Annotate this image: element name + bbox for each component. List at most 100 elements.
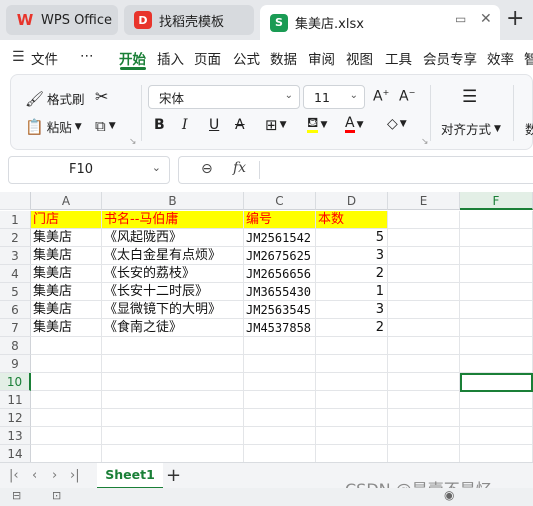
border-button[interactable]: ⊞ ▼ <box>265 116 287 134</box>
next-sheet-icon[interactable]: › <box>52 468 57 483</box>
cell-c4[interactable]: JM2656656 <box>244 265 316 283</box>
number-format-button[interactable]: 数 <box>525 119 533 138</box>
italic-button[interactable]: I <box>182 117 188 133</box>
view-icon[interactable]: ⊡ <box>52 489 61 502</box>
column-header-f[interactable]: F <box>460 192 533 210</box>
cell-b2[interactable]: 《风起陇西》 <box>102 229 244 247</box>
cell-f9[interactable] <box>460 355 533 373</box>
cell-d12[interactable] <box>316 409 388 427</box>
cell-d4[interactable]: 2 <box>316 265 388 283</box>
cell-f4[interactable] <box>460 265 533 283</box>
cell-e8[interactable] <box>388 337 460 355</box>
menu-page[interactable]: 页面 <box>194 48 221 68</box>
cell-f13[interactable] <box>460 427 533 445</box>
cell-b12[interactable] <box>102 409 244 427</box>
cell-f3[interactable] <box>460 247 533 265</box>
format-painter-button[interactable]: 🖌 格式刷 <box>25 89 85 108</box>
cut-button[interactable]: ✂ <box>95 87 108 106</box>
cell-e3[interactable] <box>388 247 460 265</box>
cell-e5[interactable] <box>388 283 460 301</box>
font-size-select[interactable]: 11 ⌄ <box>303 85 365 109</box>
prev-sheet-icon[interactable]: ‹ <box>32 468 37 483</box>
copy-button[interactable]: ⧉ ▼ <box>95 117 116 135</box>
underline-button[interactable]: U <box>209 117 219 133</box>
screen-icon[interactable]: ▭ <box>455 12 466 26</box>
row-header-9[interactable]: 9 <box>0 355 31 373</box>
tab-spreadsheet[interactable]: S 集美店.xlsx ▭ ✕ <box>260 5 500 40</box>
alignment-button[interactable]: 对齐方式 ▼ <box>441 119 501 138</box>
cell-b14[interactable] <box>102 445 244 462</box>
cell-a5[interactable]: 集美店 <box>31 283 102 301</box>
cell-b5[interactable]: 《长安十二时辰》 <box>102 283 244 301</box>
cell-e13[interactable] <box>388 427 460 445</box>
menu-insert[interactable]: 插入 <box>157 48 184 68</box>
cell-a1[interactable]: 门店 <box>31 211 102 229</box>
cell-f5[interactable] <box>460 283 533 301</box>
cell-a4[interactable]: 集美店 <box>31 265 102 283</box>
cell-b11[interactable] <box>102 391 244 409</box>
sheet-tab-sheet1[interactable]: Sheet1 <box>97 463 163 489</box>
row-header-14[interactable]: 14 <box>0 445 31 462</box>
menu-member[interactable]: 会员专享 <box>423 48 477 68</box>
menu-smart[interactable]: 智 <box>524 48 533 68</box>
row-header-4[interactable]: 4 <box>0 265 31 283</box>
cell-d3[interactable]: 3 <box>316 247 388 265</box>
cell-e12[interactable] <box>388 409 460 427</box>
cell-c13[interactable] <box>244 427 316 445</box>
cell-a12[interactable] <box>31 409 102 427</box>
cell-c5[interactable]: JM3655430 <box>244 283 316 301</box>
tab-wps-office[interactable]: W WPS Office <box>6 5 118 35</box>
cell-d10[interactable] <box>316 373 388 391</box>
expand-icon[interactable]: ↘ <box>129 137 137 147</box>
cell-a14[interactable] <box>31 445 102 462</box>
cell-c11[interactable] <box>244 391 316 409</box>
cell-d1[interactable]: 本数 <box>316 211 388 229</box>
cell-f1[interactable] <box>460 211 533 229</box>
fill-color-button[interactable]: ⛾ ▼ <box>307 116 327 133</box>
cell-d14[interactable] <box>316 445 388 462</box>
row-header-1[interactable]: 1 <box>0 211 31 229</box>
cell-d5[interactable]: 1 <box>316 283 388 301</box>
cell-b3[interactable]: 《太白金星有点烦》 <box>102 247 244 265</box>
align-icon[interactable]: ☰ <box>462 87 477 107</box>
menu-efficiency[interactable]: 效率 <box>487 48 514 68</box>
cell-c7[interactable]: JM4537858 <box>244 319 316 337</box>
cell-a2[interactable]: 集美店 <box>31 229 102 247</box>
cell-e14[interactable] <box>388 445 460 462</box>
cell-f8[interactable] <box>460 337 533 355</box>
cell-c3[interactable]: JM2675625 <box>244 247 316 265</box>
row-header-10[interactable]: 10 <box>0 373 31 391</box>
formula-input[interactable]: ⊖ fx <box>178 156 533 184</box>
column-header-e[interactable]: E <box>388 192 460 210</box>
row-header-3[interactable]: 3 <box>0 247 31 265</box>
decrease-font-button[interactable]: A− <box>399 88 415 105</box>
last-sheet-icon[interactable]: ›| <box>70 468 80 483</box>
bold-button[interactable]: B <box>154 117 165 133</box>
font-color-button[interactable]: A ▼ <box>345 116 364 133</box>
cell-a6[interactable]: 集美店 <box>31 301 102 319</box>
add-sheet-icon[interactable]: + <box>166 465 181 486</box>
cell-c14[interactable] <box>244 445 316 462</box>
cell-f2[interactable] <box>460 229 533 247</box>
cell-a8[interactable] <box>31 337 102 355</box>
column-header-d[interactable]: D <box>316 192 388 210</box>
cell-b10[interactable] <box>102 373 244 391</box>
menu-home[interactable]: 开始 <box>119 48 146 68</box>
eye-icon[interactable]: ◉ <box>444 488 454 502</box>
cell-c9[interactable] <box>244 355 316 373</box>
menu-data[interactable]: 数据 <box>270 48 297 68</box>
cell-c10[interactable] <box>244 373 316 391</box>
close-icon[interactable]: ✕ <box>480 11 492 27</box>
cell-e1[interactable] <box>388 211 460 229</box>
strikethrough-button[interactable]: A <box>235 117 245 133</box>
cell-a7[interactable]: 集美店 <box>31 319 102 337</box>
cell-b6[interactable]: 《显微镜下的大明》 <box>102 301 244 319</box>
cell-d7[interactable]: 2 <box>316 319 388 337</box>
cell-e7[interactable] <box>388 319 460 337</box>
zoom-search-icon[interactable]: ⊖ <box>201 161 213 177</box>
column-header-c[interactable]: C <box>244 192 316 210</box>
cell-b7[interactable]: 《食南之徒》 <box>102 319 244 337</box>
first-sheet-icon[interactable]: |‹ <box>9 468 19 483</box>
spreadsheet-grid[interactable]: ABCDEF 1 2 3 4 5 6 7 8 9 10 11 12 13 14 门店 书名--马伯庸 编号 本数… <box>0 192 533 462</box>
cell-b1[interactable]: 书名--马伯庸 <box>102 211 244 229</box>
